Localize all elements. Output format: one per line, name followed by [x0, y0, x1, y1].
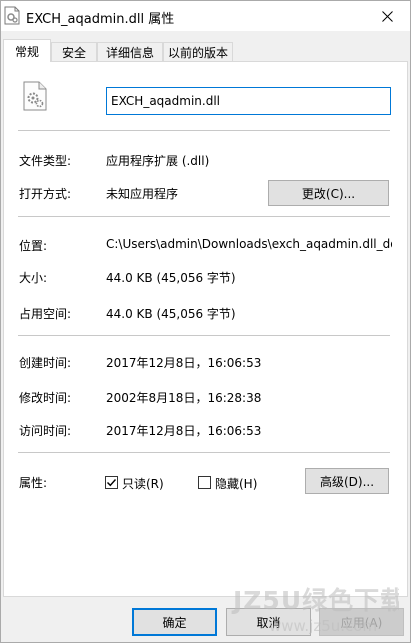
accessed-label: 访问时间:: [19, 424, 72, 438]
hidden-checkbox[interactable]: [198, 476, 211, 489]
tab-strip: 常规 安全 详细信息 以前的版本: [3, 39, 409, 62]
close-icon: [381, 10, 393, 22]
modified-label: 修改时间:: [19, 391, 72, 405]
divider: [18, 452, 390, 453]
change-button[interactable]: 更改(C)...: [268, 180, 389, 206]
watermark-logo: JZ5U绿色下载 www.jz5u.com: [231, 586, 399, 635]
location-value[interactable]: C:\Users\admin\Downloads\exch_aqadmin.dl…: [106, 237, 392, 251]
readonly-checkbox[interactable]: [105, 476, 118, 489]
checkmark-icon: [107, 479, 117, 487]
properties-dialog: EXCH_aqadmin.dll 属性 常规 安全 详细信息 以前的版本 EXC…: [0, 0, 411, 643]
disk-size-label: 占用空间:: [19, 307, 72, 321]
divider: [18, 216, 390, 217]
tab-label: 安全: [61, 45, 86, 60]
size-label: 大小:: [19, 271, 48, 285]
created-value: 2017年12月8日，16:06:53: [106, 356, 262, 370]
size-value: 44.0 KB (45,056 字节): [106, 271, 236, 285]
file-name-field[interactable]: [106, 87, 391, 115]
attributes-label: 属性:: [19, 476, 48, 490]
tab-label: 详细信息: [105, 45, 154, 60]
created-label: 创建时间:: [19, 356, 72, 370]
svg-text:JZ5U绿色下载: JZ5U绿色下载: [231, 586, 399, 615]
general-panel: 文件类型: 应用程序扩展 (.dll) 打开方式: 未知应用程序 更改(C)..…: [3, 61, 408, 597]
ok-button[interactable]: 确定: [132, 608, 217, 636]
advanced-button[interactable]: 高级(D)...: [305, 468, 389, 494]
dll-file-icon: [23, 81, 47, 111]
open-with-label: 打开方式:: [19, 187, 72, 201]
disk-size-value: 44.0 KB (45,056 字节): [106, 307, 236, 321]
tab-details[interactable]: 详细信息: [97, 42, 163, 61]
tab-label: 常规: [14, 44, 39, 59]
title-bar: EXCH_aqadmin.dll 属性: [1, 1, 410, 31]
modified-value: 2002年8月18日，16:28:38: [106, 391, 262, 405]
file-type-label: 文件类型:: [19, 154, 72, 168]
readonly-label[interactable]: 只读(R): [122, 475, 164, 492]
hidden-label[interactable]: 隐藏(H): [215, 475, 257, 492]
divider: [18, 130, 390, 131]
tab-previous-versions[interactable]: 以前的版本: [163, 42, 233, 61]
tab-security[interactable]: 安全: [51, 42, 97, 61]
location-label: 位置:: [19, 239, 48, 253]
tab-general[interactable]: 常规: [3, 39, 51, 62]
window-title: EXCH_aqadmin.dll 属性: [26, 12, 175, 27]
dll-file-icon: [4, 6, 20, 25]
close-button[interactable]: [364, 1, 410, 31]
file-type-value: 应用程序扩展 (.dll): [106, 154, 210, 168]
accessed-value: 2017年12月8日，16:06:53: [106, 424, 262, 438]
svg-text:www.jz5u.com: www.jz5u.com: [269, 617, 377, 635]
divider: [18, 335, 390, 336]
open-with-value: 未知应用程序: [106, 187, 179, 201]
tab-label: 以前的版本: [167, 45, 228, 60]
